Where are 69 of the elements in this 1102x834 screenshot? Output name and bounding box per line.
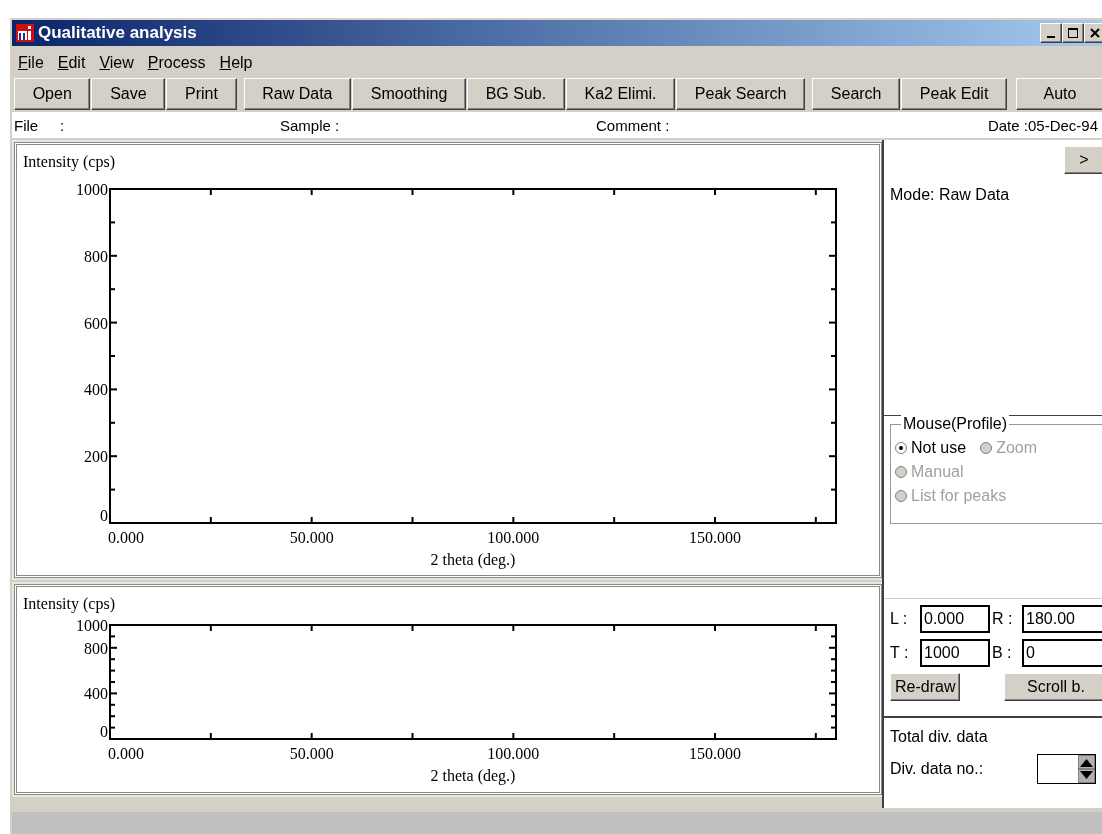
minimize-icon — [1047, 36, 1055, 38]
axis-tick-label: 600 — [84, 314, 108, 332]
field-label: B : — [992, 644, 1013, 662]
axis-tick-label: 50.000 — [289, 529, 334, 546]
axis-tick-label: 0 — [100, 723, 108, 740]
field-label: L : — [890, 610, 909, 628]
group-title: Mouse(Profile) — [901, 415, 1010, 433]
radio-option[interactable]: Not use — [895, 439, 967, 457]
close-icon — [1090, 28, 1100, 38]
div-no-label: Div. data no.: — [890, 760, 984, 778]
toolbar-button[interactable]: Smoothing — [352, 78, 466, 110]
axis-title: Intensity (cps) — [23, 595, 115, 612]
panel-button[interactable]: Re-draw — [890, 673, 961, 701]
toolbar-button[interactable]: Auto — [1016, 78, 1102, 110]
spin-field[interactable] — [1037, 754, 1096, 784]
sample-label: Sample : — [280, 116, 341, 134]
mode-label: Mode: Raw Data — [890, 186, 1011, 204]
expand-button[interactable]: > — [1064, 146, 1102, 174]
input-field[interactable]: 0 — [1022, 639, 1102, 667]
file-label: File — [14, 116, 40, 134]
menu-item[interactable]: File — [18, 54, 44, 68]
axis-tick-label: 800 — [84, 247, 108, 265]
axis-tick-label: 50.000 — [289, 745, 334, 762]
spin-arrows-icon[interactable] — [1078, 755, 1095, 783]
axis-tick-label: 200 — [84, 448, 108, 466]
toolbar-button[interactable]: BG Sub. — [467, 78, 565, 110]
axis-tick-label: 400 — [84, 381, 108, 399]
app-icon — [16, 24, 34, 42]
axis-tick-label: 400 — [84, 685, 108, 703]
axis-tick-label: 800 — [84, 639, 108, 657]
minimize-button[interactable] — [1040, 23, 1062, 43]
toolbar-button[interactable]: Peak Search — [676, 78, 806, 110]
axis-title: 2 theta (deg.) — [430, 767, 516, 784]
axis-tick-label: 0 — [100, 507, 108, 524]
menu-item[interactable]: Edit — [57, 54, 86, 68]
file-value: : — [60, 116, 66, 134]
close-button[interactable] — [1084, 23, 1102, 43]
toolbar-button[interactable]: Ka2 Elimi. — [565, 78, 676, 110]
toolbar-button[interactable]: Open — [14, 78, 91, 110]
total-div-label: Total div. data — [890, 728, 989, 746]
axis-tick-label: 150.000 — [689, 529, 741, 546]
menu-item[interactable]: Process — [147, 54, 206, 68]
axis-tick-label: 0.000 — [108, 529, 144, 546]
field-label: T : — [890, 644, 910, 662]
date-label: Date :05-Dec-94 — [987, 116, 1098, 134]
axis-tick-label: 1000 — [76, 181, 108, 198]
toolbar-button[interactable]: Raw Data — [243, 78, 352, 110]
toolbar-button[interactable]: Peak Edit — [901, 78, 1007, 110]
axis-title: 2 theta (deg.) — [430, 551, 516, 568]
comment-label: Comment : — [596, 116, 671, 134]
panel-button[interactable]: Scroll b. — [1004, 673, 1102, 701]
window-title: Qualitative analysis — [38, 23, 198, 43]
axis-tick-label: 100.000 — [487, 529, 540, 546]
axis-tick-label: 150.000 — [689, 745, 741, 762]
axis-title: Intensity (cps) — [23, 153, 115, 170]
field-label: R : — [992, 610, 1014, 628]
menu-item[interactable]: View — [99, 54, 134, 68]
axis-tick-label: 0.000 — [108, 745, 144, 762]
input-field[interactable]: 0.000 — [920, 605, 990, 633]
toolbar-button[interactable]: Search — [812, 78, 901, 110]
axis-tick-label: 100.000 — [487, 745, 540, 762]
maximize-button[interactable] — [1062, 23, 1084, 43]
input-field[interactable]: 180.00 — [1022, 605, 1102, 633]
toolbar-button[interactable]: Print — [166, 78, 237, 110]
toolbar-button[interactable]: Save — [91, 78, 166, 110]
maximize-icon — [1068, 28, 1078, 38]
axis-tick-label: 1000 — [76, 617, 108, 634]
input-field[interactable]: 1000 — [920, 639, 990, 667]
radio-button[interactable] — [895, 442, 907, 454]
